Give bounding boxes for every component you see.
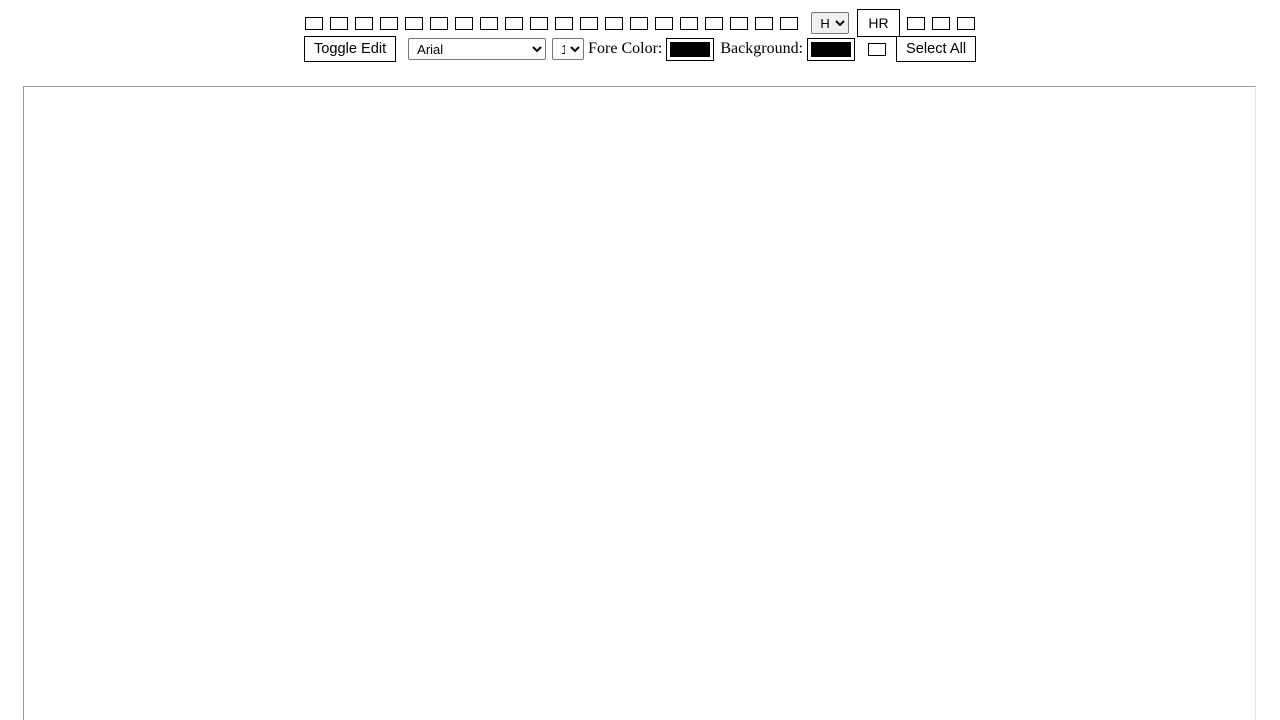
redo-icon[interactable]: [680, 16, 699, 30]
paste-icon[interactable]: [956, 16, 975, 30]
fore-color-swatch: [670, 41, 711, 57]
unordered-list-icon[interactable]: [580, 16, 599, 30]
align-left-icon[interactable]: [455, 16, 474, 30]
indent-icon[interactable]: [630, 16, 649, 30]
editor-app: H1 HR Toggle Edit Arial 1 Fore Color: Ba…: [0, 0, 1280, 720]
font-size-select[interactable]: 1: [552, 38, 585, 60]
select-all-button[interactable]: Select All: [896, 36, 977, 62]
fore-color-label: Fore Color:: [588, 40, 663, 57]
undo-icon[interactable]: [655, 16, 674, 30]
underline-icon[interactable]: [355, 16, 374, 30]
background-color-label: Background:: [720, 40, 804, 57]
outdent-icon[interactable]: [605, 16, 624, 30]
image-icon[interactable]: [755, 16, 774, 30]
align-justify-icon[interactable]: [530, 16, 549, 30]
insert-hr-button[interactable]: HR: [857, 9, 900, 37]
insert-icon[interactable]: [868, 42, 887, 56]
toggle-edit-button[interactable]: Toggle Edit: [303, 36, 397, 62]
editor-content-area[interactable]: [23, 86, 1256, 720]
cut-icon[interactable]: [906, 16, 925, 30]
italic-icon[interactable]: [330, 16, 349, 30]
toolbar-controls-row: Toggle Edit Arial 1 Fore Color: Backgrou…: [0, 30, 1280, 62]
unlink-icon[interactable]: [730, 16, 749, 30]
ordered-list-icon[interactable]: [555, 16, 574, 30]
link-icon[interactable]: [705, 16, 724, 30]
bold-icon[interactable]: [305, 16, 324, 30]
fore-color-input[interactable]: [666, 37, 715, 61]
superscript-icon[interactable]: [430, 16, 449, 30]
strikethrough-icon[interactable]: [380, 16, 399, 30]
font-name-select[interactable]: Arial: [408, 38, 547, 60]
copy-icon[interactable]: [931, 16, 950, 30]
table-icon[interactable]: [780, 16, 799, 30]
subscript-icon[interactable]: [405, 16, 424, 30]
align-center-icon[interactable]: [480, 16, 499, 30]
background-color-input[interactable]: [807, 37, 856, 61]
heading-select[interactable]: H1: [811, 12, 850, 34]
toolbar-icon-row: H1 HR: [0, 0, 1280, 37]
background-color-swatch: [811, 41, 852, 57]
align-right-icon[interactable]: [505, 16, 524, 30]
